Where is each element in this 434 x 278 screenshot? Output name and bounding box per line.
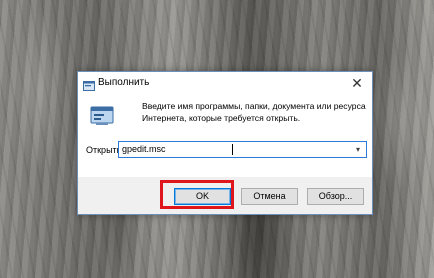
title-bar[interactable]: Выполнить ✕ bbox=[78, 72, 372, 96]
run-dialog-icon bbox=[90, 104, 114, 128]
close-icon: ✕ bbox=[351, 74, 363, 91]
ok-button[interactable]: OK bbox=[174, 188, 231, 205]
open-combobox[interactable]: gpedit.msc ▾ bbox=[118, 141, 367, 158]
close-button[interactable]: ✕ bbox=[342, 72, 372, 94]
open-input-value[interactable]: gpedit.msc bbox=[122, 144, 166, 154]
cancel-button[interactable]: Отмена bbox=[241, 188, 298, 205]
text-caret bbox=[232, 144, 233, 155]
chevron-down-icon[interactable]: ▾ bbox=[353, 143, 363, 156]
run-dialog: Выполнить ✕ Введите имя программы, папки… bbox=[77, 71, 373, 215]
description-text: Введите имя программы, папки, документа … bbox=[142, 101, 366, 123]
run-app-icon bbox=[83, 78, 95, 91]
browse-button[interactable]: Обзор... bbox=[307, 188, 364, 205]
button-bar: OK Отмена Обзор... bbox=[78, 177, 372, 214]
window-title: Выполнить bbox=[98, 77, 150, 88]
